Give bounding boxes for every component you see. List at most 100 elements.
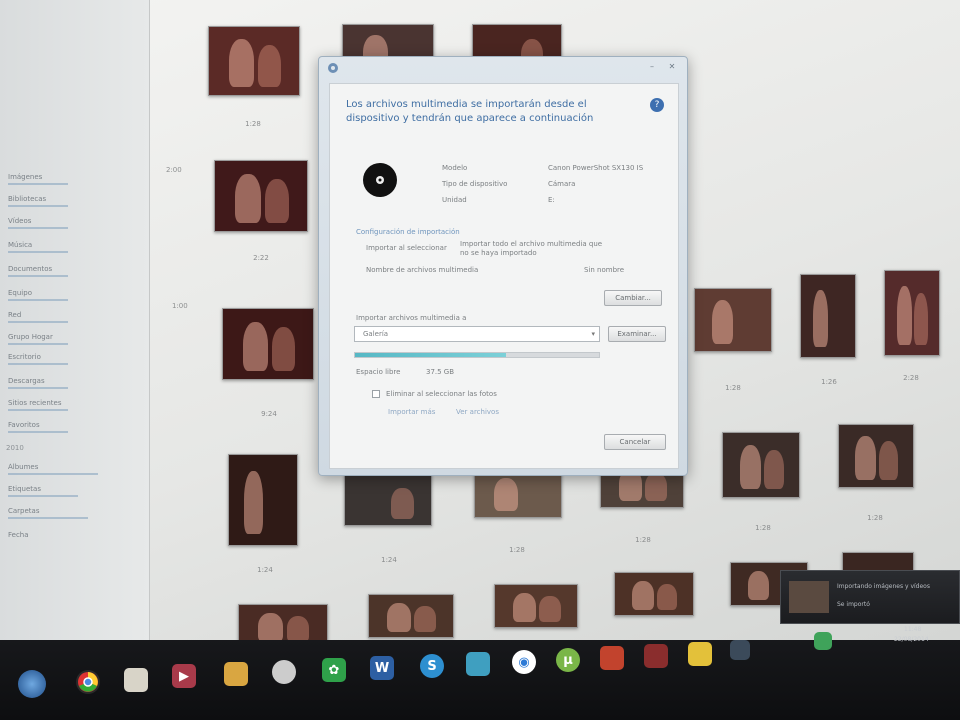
sidebar-item-underline xyxy=(8,275,68,277)
sidebar-item[interactable]: Red xyxy=(8,308,140,326)
photo-thumbnail[interactable] xyxy=(884,270,940,356)
start-button-icon[interactable] xyxy=(18,670,46,698)
photo-thumbnail[interactable] xyxy=(214,160,308,232)
import-more-link[interactable]: Importar más xyxy=(388,408,435,416)
sidebar-item[interactable]: Bibliotecas xyxy=(8,192,140,210)
tray-network-icon[interactable] xyxy=(814,632,832,650)
sidebar-item-label: Etiquetas xyxy=(8,485,41,493)
dialog-titlebar[interactable]: – ✕ xyxy=(319,57,687,79)
sidebar-item[interactable]: Fecha xyxy=(8,526,140,544)
app-icon-dark-red[interactable] xyxy=(644,644,668,668)
sidebar-item-label: Descargas xyxy=(8,377,45,385)
change-settings-button[interactable]: Cambiar... xyxy=(604,290,662,306)
destination-select[interactable]: Galería ▾ xyxy=(354,326,600,342)
sidebar-item-underline xyxy=(8,343,68,345)
cancel-button[interactable]: Cancelar xyxy=(604,434,666,450)
sidebar-item-label: Bibliotecas xyxy=(8,195,47,203)
sidebar-item-label: Música xyxy=(8,241,33,249)
photo-thumbnail[interactable] xyxy=(800,274,856,358)
sidebar-item[interactable]: Descargas xyxy=(8,374,140,392)
property-value: E: xyxy=(548,196,555,204)
photo-caption: 2:28 xyxy=(903,374,919,382)
photo-caption: 9:24 xyxy=(261,410,277,418)
sidebar-item[interactable]: Sitios recientes xyxy=(8,396,140,414)
utorrent-icon[interactable]: µ xyxy=(556,648,580,672)
sidebar-item[interactable]: Escritorio xyxy=(8,350,140,368)
photo-thumbnail[interactable] xyxy=(222,308,314,380)
sidebar-item-label: Vídeos xyxy=(8,217,32,225)
sidebar-item-label: Escritorio xyxy=(8,353,41,361)
minimize-icon[interactable]: – xyxy=(643,60,661,74)
sidebar-item[interactable]: Equipo xyxy=(8,286,140,304)
chevron-down-icon: ▾ xyxy=(591,330,595,338)
app-icon-yellow[interactable] xyxy=(688,642,712,666)
photo-thumbnail[interactable] xyxy=(368,594,454,638)
sidebar-item-label: Imágenes xyxy=(8,173,43,181)
app-icon-red[interactable] xyxy=(600,646,624,670)
dialog-content: Los archivos multimedia se importarán de… xyxy=(329,83,679,469)
sidebar-item[interactable]: Favoritos xyxy=(8,418,140,436)
photo-thumbnail[interactable] xyxy=(614,572,694,616)
chrome-icon[interactable] xyxy=(76,670,100,694)
sidebar-item-label: Álbumes xyxy=(8,463,39,471)
import-notification[interactable]: Importando imágenes y vídeos Se importó xyxy=(780,570,960,624)
delete-after-import-checkbox[interactable] xyxy=(372,390,380,398)
app-icon-gray[interactable] xyxy=(730,640,750,660)
property-value: Cámara xyxy=(548,180,576,188)
browse-button[interactable]: Examinar... xyxy=(608,326,666,342)
sidebar-item[interactable]: Música xyxy=(8,238,140,256)
sidebar-item-label: Equipo xyxy=(8,289,32,297)
photo-thumbnail[interactable] xyxy=(238,604,328,640)
word-icon[interactable]: W xyxy=(370,656,394,680)
sidebar-item[interactable]: Documentos xyxy=(8,262,140,280)
status-value: 37.5 GB xyxy=(426,368,455,376)
photo-thumbnail[interactable] xyxy=(694,288,772,352)
close-icon[interactable]: ✕ xyxy=(663,60,681,74)
notification-title: Importando imágenes y vídeos xyxy=(837,583,930,590)
property-label: Tipo de dispositivo xyxy=(442,180,508,188)
skype-icon[interactable]: S xyxy=(420,654,444,678)
photo-thumbnail[interactable] xyxy=(228,454,298,546)
folder-icon[interactable] xyxy=(124,668,148,692)
photo-thumbnail[interactable] xyxy=(838,424,914,488)
import-progress-bar xyxy=(354,352,600,358)
photo-thumbnail[interactable] xyxy=(344,474,432,526)
sidebar-item-underline xyxy=(8,517,88,519)
sidebar-item-underline xyxy=(8,205,68,207)
setting-label: Importar al seleccionar xyxy=(366,244,447,252)
setting-label: Nombre de archivos multimedia xyxy=(366,266,479,274)
photo-thumbnail[interactable] xyxy=(722,432,800,498)
messenger-icon[interactable] xyxy=(466,652,490,676)
sidebar-item[interactable]: Carpetas xyxy=(8,504,140,522)
sidebar-item[interactable]: Grupo Hogar xyxy=(8,330,140,348)
taskbar: ▶ ✿ W S ◉ µ 11:48 22/08/2014 xyxy=(0,626,960,720)
photo-thumbnail[interactable] xyxy=(208,26,300,96)
destination-select-value: Galería xyxy=(363,330,389,338)
sidebar-item-label: Fecha xyxy=(8,531,29,539)
photo-caption: 2:22 xyxy=(253,254,269,262)
tray-date[interactable]: 22/08/2014 xyxy=(894,636,929,643)
gallery-app-icon[interactable]: ✿ xyxy=(322,658,346,682)
sidebar-item[interactable]: Imágenes xyxy=(8,170,140,188)
notification-thumbnail xyxy=(789,581,829,613)
sidebar-item[interactable]: Vídeos xyxy=(8,214,140,232)
sidebar-item-label: Grupo Hogar xyxy=(8,333,53,341)
media-player-icon[interactable]: ▶ xyxy=(172,664,196,688)
photo-caption: 1:24 xyxy=(381,556,397,564)
sidebar-item[interactable]: Etiquetas xyxy=(8,482,140,500)
property-value: Canon PowerShot SX130 IS xyxy=(548,164,644,172)
help-icon[interactable]: ? xyxy=(650,98,664,112)
chrome-icon-3[interactable]: ◉ xyxy=(512,650,536,674)
view-files-link[interactable]: Ver archivos xyxy=(456,408,499,416)
explorer-icon[interactable] xyxy=(224,662,248,686)
property-label: Unidad xyxy=(442,196,467,204)
photo-caption: 1:28 xyxy=(245,120,261,128)
status-label: Espacio libre xyxy=(356,368,401,376)
tray-time[interactable]: 11:48 xyxy=(904,626,921,633)
sidebar-item[interactable]: Álbumes xyxy=(8,460,140,478)
notification-subtitle: Se importó xyxy=(837,601,870,608)
chrome-icon-2[interactable] xyxy=(272,660,296,684)
sidebar-item-label: Documentos xyxy=(8,265,53,273)
sidebar-item-label: Carpetas xyxy=(8,507,40,515)
photo-thumbnail[interactable] xyxy=(494,584,578,628)
